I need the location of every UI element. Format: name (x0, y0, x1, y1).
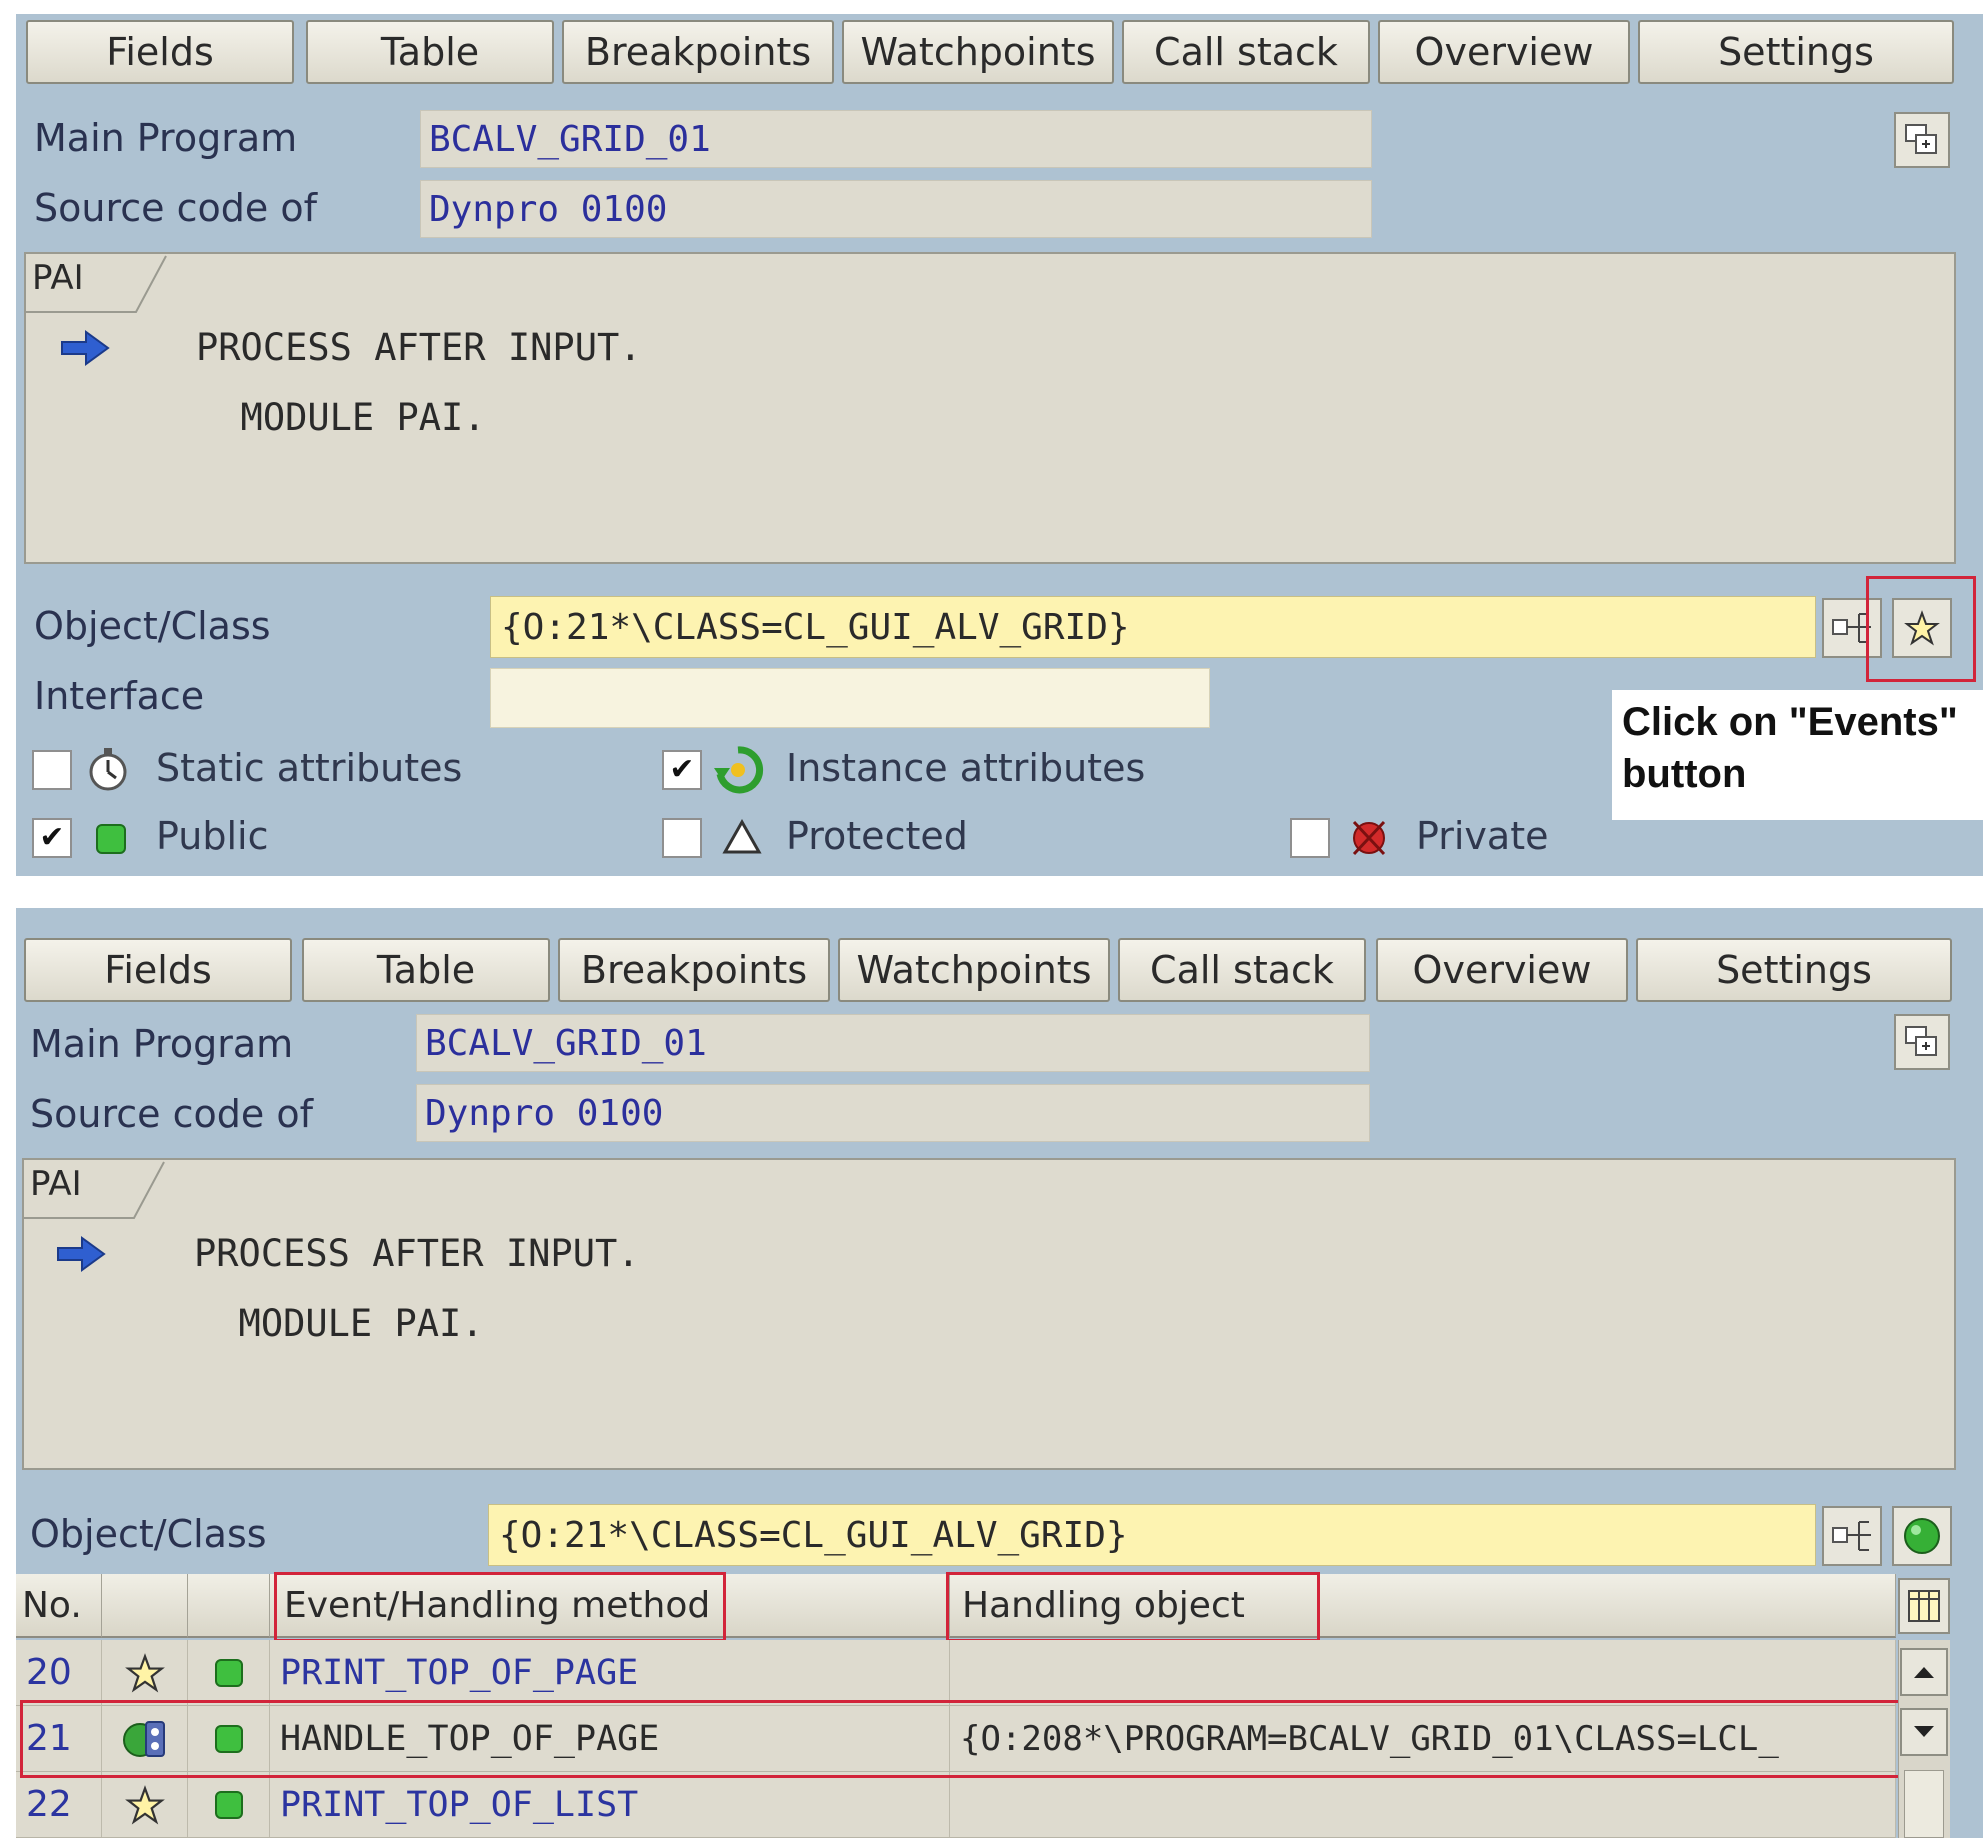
new-window-icon[interactable] (1894, 112, 1950, 168)
table-row[interactable]: 20 PRINT_TOP_OF_PAGE (16, 1640, 1896, 1706)
handler-row-highlight (20, 1700, 1902, 1778)
private-checkbox[interactable] (1290, 818, 1330, 858)
callout-line-2: button (1622, 752, 1747, 796)
tab-watchpoints[interactable]: Watchpoints (838, 938, 1110, 1002)
source-code-label: Source code of (30, 1092, 313, 1136)
event-name[interactable]: PRINT_TOP_OF_PAGE (270, 1640, 950, 1705)
tab-fields[interactable]: Fields (24, 938, 292, 1002)
source-code-label: Source code of (34, 186, 317, 230)
green-ball-icon (1904, 1518, 1940, 1554)
main-program-value: BCALV_GRID_01 (420, 110, 1372, 168)
stopwatch-icon (89, 748, 127, 791)
tab-breakpoints[interactable]: Breakpoints (558, 938, 830, 1002)
event-name[interactable]: PRINT_TOP_OF_LIST (270, 1772, 950, 1837)
code-editor[interactable]: PAI PROCESS AFTER INPUT. MODULE PAI. (22, 1158, 1956, 1470)
static-attributes-label: Static attributes (156, 746, 463, 790)
code-line-1: PROCESS AFTER INPUT. (196, 326, 642, 369)
private-label: Private (1416, 814, 1549, 858)
column-header-visibility (188, 1574, 270, 1638)
green-square-icon (96, 824, 126, 854)
source-code-value: Dynpro 0100 (420, 180, 1372, 238)
attributes-button[interactable] (1892, 1506, 1952, 1566)
row-number: 20 (16, 1640, 102, 1705)
callout-note: Click on "Events" button (1612, 690, 1983, 820)
tab-watchpoints[interactable]: Watchpoints (842, 20, 1114, 84)
code-editor[interactable]: PAI PROCESS AFTER INPUT. MODULE PAI. (24, 252, 1956, 564)
public-label: Public (156, 814, 269, 858)
interface-label: Interface (34, 674, 205, 718)
callout-line-1: Click on "Events" (1622, 700, 1958, 744)
hierarchy-icon[interactable] (1822, 1506, 1882, 1566)
code-line-2: MODULE PAI. (196, 396, 486, 439)
triangle-icon (722, 818, 762, 854)
instance-attributes-label: Instance attributes (786, 746, 1146, 790)
star-icon (102, 1772, 188, 1837)
object-class-label: Object/Class (34, 604, 271, 648)
main-program-value: BCALV_GRID_01 (416, 1014, 1370, 1072)
column-header-icon (102, 1574, 188, 1638)
handling-object[interactable] (950, 1640, 1896, 1705)
scroll-up-icon[interactable] (1900, 1648, 1948, 1696)
interface-input[interactable] (490, 668, 1210, 728)
column-layout-icon[interactable] (1898, 1578, 1950, 1634)
current-line-arrow-icon (57, 1236, 106, 1272)
green-square-icon (188, 1772, 270, 1837)
green-square-icon (188, 1640, 270, 1705)
handling-object[interactable] (950, 1772, 1896, 1837)
protected-checkbox[interactable] (662, 818, 702, 858)
red-x-ball-icon (1352, 820, 1386, 856)
event-header-highlight (274, 1572, 726, 1642)
tab-overview[interactable]: Overview (1376, 938, 1628, 1002)
static-attributes-checkbox[interactable] (32, 750, 72, 790)
object-class-label: Object/Class (30, 1512, 267, 1556)
row-number: 22 (16, 1772, 102, 1837)
new-window-icon[interactable] (1894, 1014, 1950, 1070)
tab-settings[interactable]: Settings (1638, 20, 1954, 84)
column-header-no[interactable]: No. (16, 1574, 102, 1638)
protected-label: Protected (786, 814, 968, 858)
main-program-label: Main Program (30, 1022, 294, 1066)
main-program-label: Main Program (34, 116, 298, 160)
scroll-down-icon[interactable] (1900, 1708, 1948, 1756)
current-line-arrow-icon (61, 330, 110, 366)
tab-table[interactable]: Table (302, 938, 550, 1002)
tab-settings[interactable]: Settings (1636, 938, 1952, 1002)
tab-fields[interactable]: Fields (26, 20, 294, 84)
scroll-thumb[interactable] (1904, 1770, 1944, 1838)
star-icon (102, 1640, 188, 1705)
tab-call-stack[interactable]: Call stack (1122, 20, 1370, 84)
table-row[interactable]: 22 PRINT_TOP_OF_LIST (16, 1772, 1896, 1838)
instance-attributes-checkbox[interactable]: ✔ (662, 750, 702, 790)
code-line-1: PROCESS AFTER INPUT. (194, 1232, 640, 1275)
tab-overview[interactable]: Overview (1378, 20, 1630, 84)
public-checkbox[interactable]: ✔ (32, 818, 72, 858)
object-class-input[interactable]: {O:21*\CLASS=CL_GUI_ALV_GRID} (490, 596, 1816, 658)
tab-table[interactable]: Table (306, 20, 554, 84)
code-line-2: MODULE PAI. (194, 1302, 484, 1345)
source-code-value: Dynpro 0100 (416, 1084, 1370, 1142)
object-header-highlight (946, 1572, 1320, 1642)
events-button-highlight (1866, 576, 1976, 682)
tab-breakpoints[interactable]: Breakpoints (562, 20, 834, 84)
object-class-input[interactable]: {O:21*\CLASS=CL_GUI_ALV_GRID} (488, 1504, 1816, 1566)
green-recycle-icon (714, 746, 764, 794)
tab-call-stack[interactable]: Call stack (1118, 938, 1366, 1002)
